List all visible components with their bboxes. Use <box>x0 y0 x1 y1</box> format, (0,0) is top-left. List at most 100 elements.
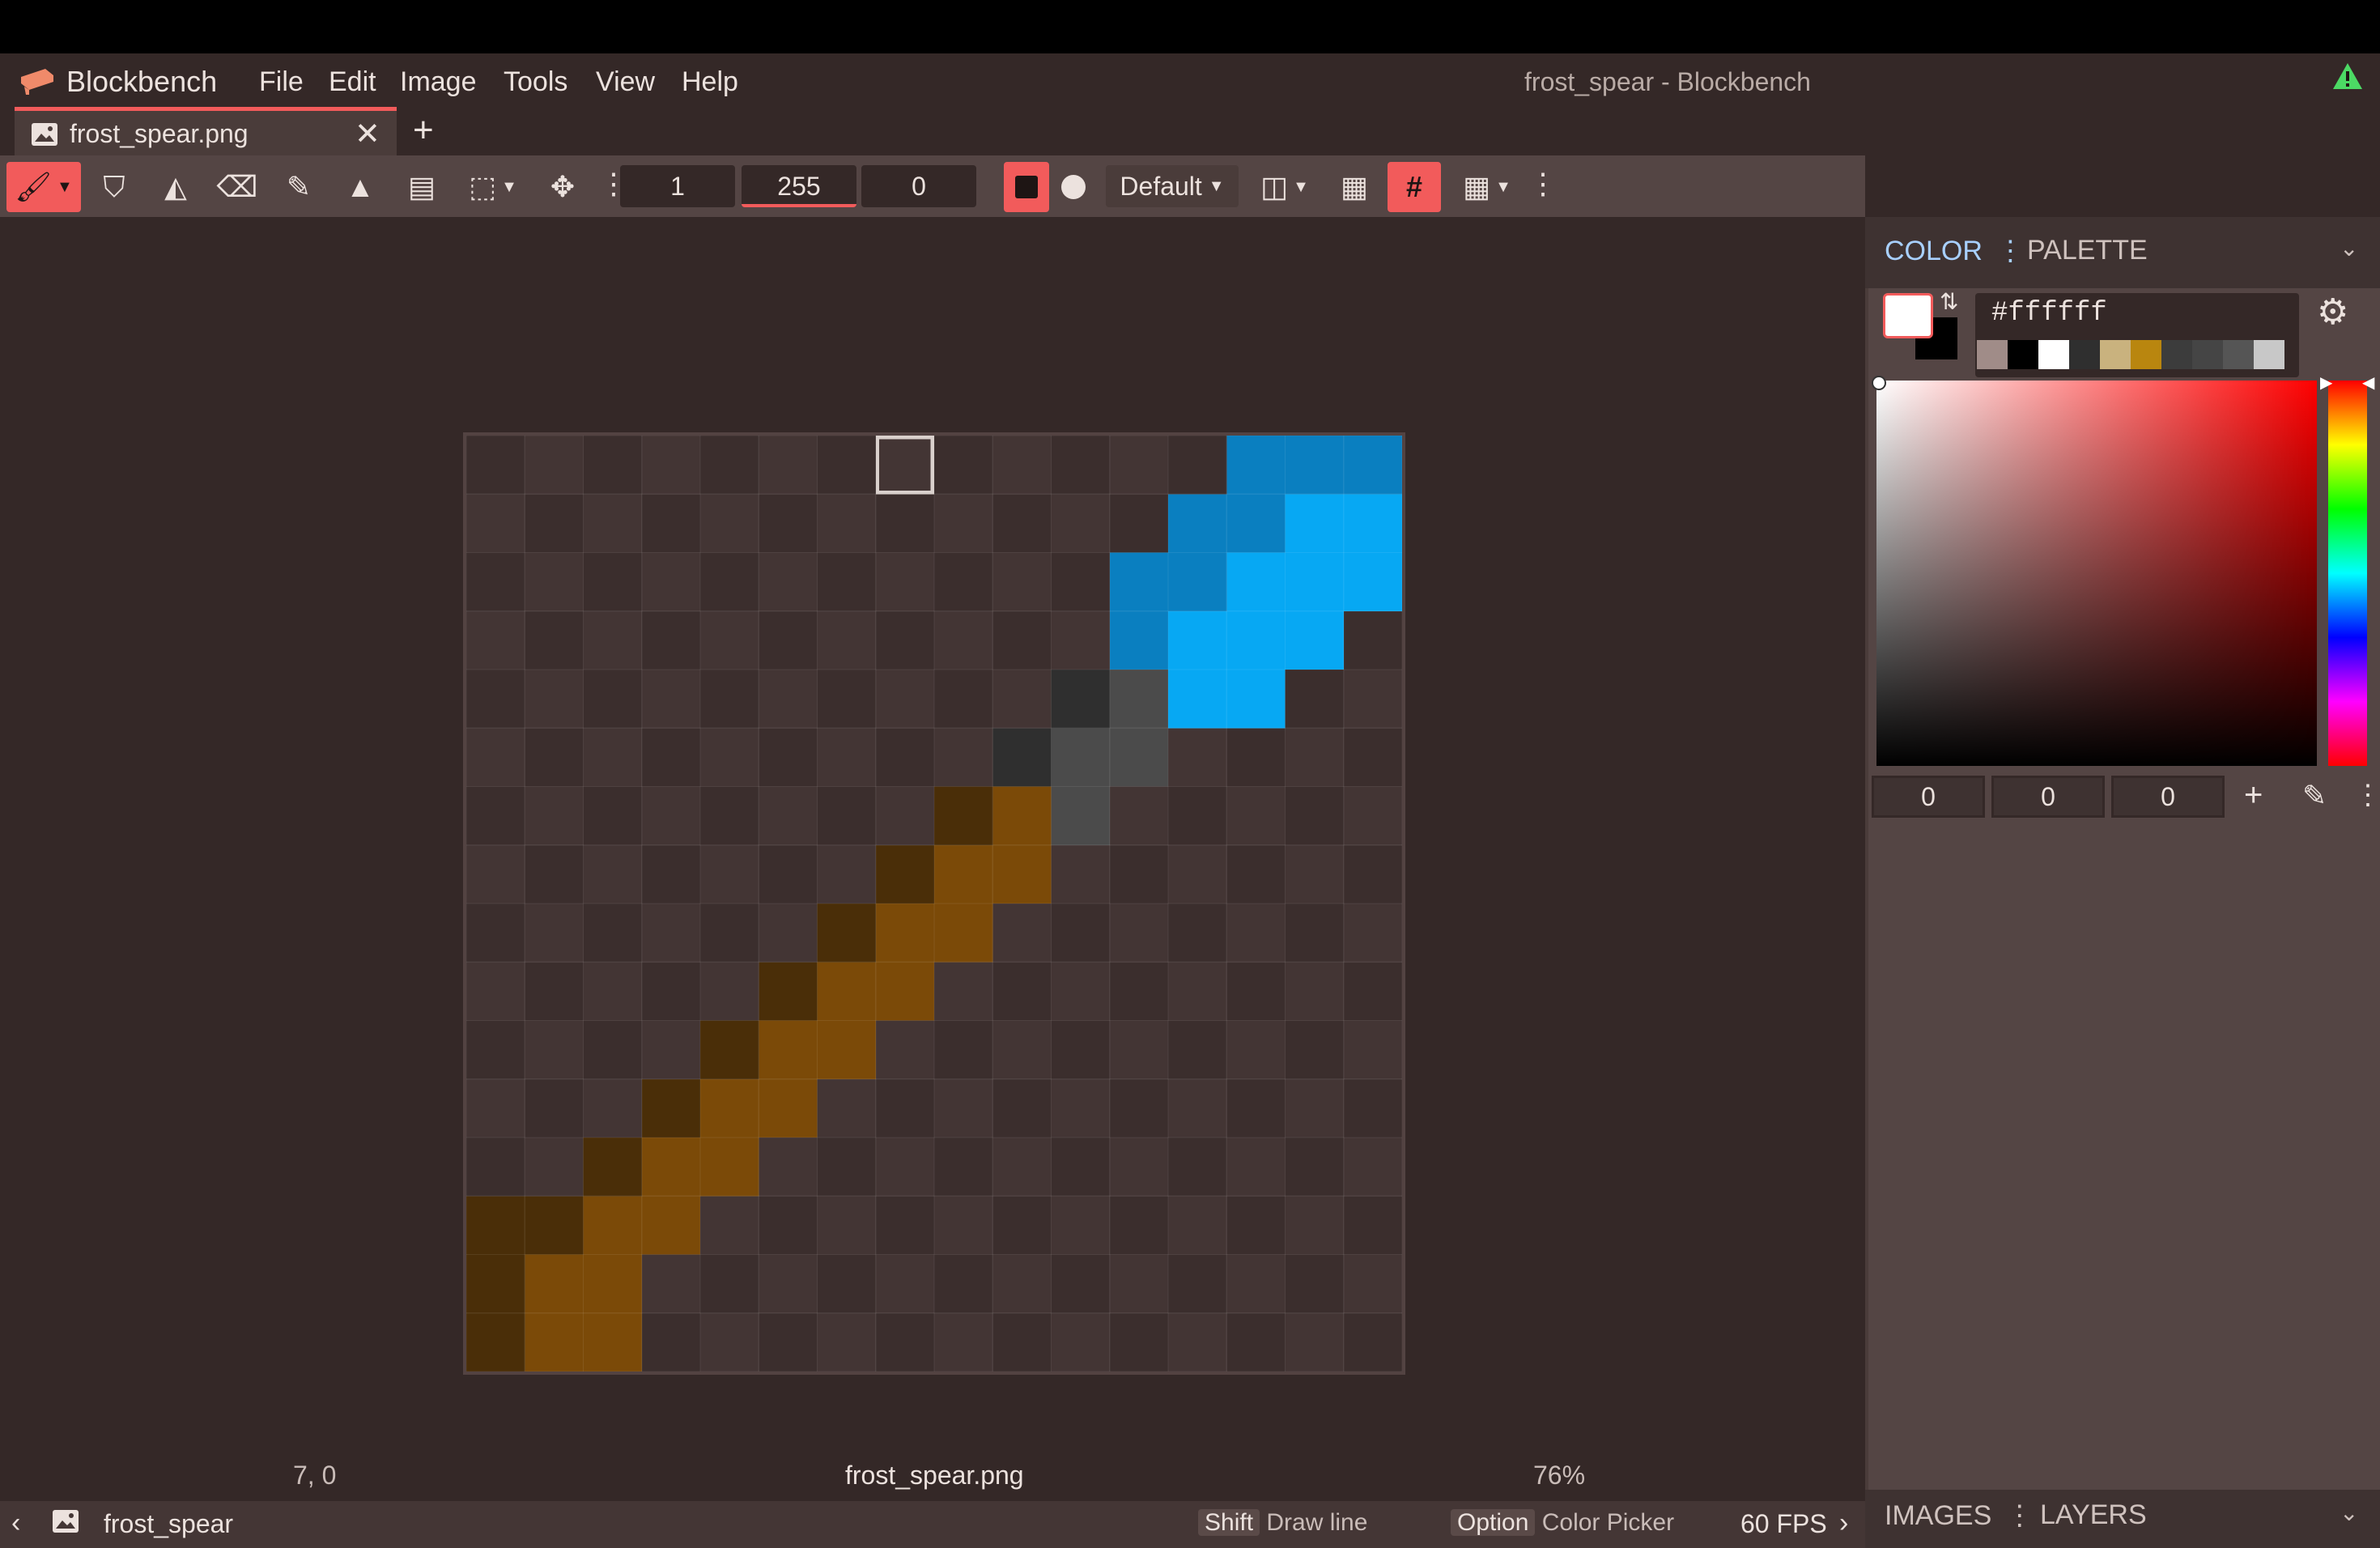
transparent-pixel[interactable] <box>583 494 642 553</box>
transparent-pixel[interactable] <box>1168 786 1227 845</box>
add-to-palette-button[interactable]: + <box>2244 777 2263 814</box>
transparent-pixel[interactable] <box>934 1138 993 1197</box>
transparent-pixel[interactable] <box>1168 844 1227 904</box>
gradient-tool-button[interactable]: ▤ <box>395 162 448 212</box>
history-swatch[interactable] <box>1977 340 2008 369</box>
transparent-pixel[interactable] <box>1168 1020 1227 1079</box>
transparent-pixel[interactable] <box>992 1138 1052 1197</box>
texture-pixel[interactable] <box>1168 552 1227 611</box>
transparent-pixel[interactable] <box>641 786 700 845</box>
transparent-pixel[interactable] <box>1285 670 1344 729</box>
transparent-pixel[interactable] <box>875 1020 934 1079</box>
transparent-pixel[interactable] <box>700 552 759 611</box>
primary-color-swatch[interactable] <box>1883 293 1933 338</box>
transparent-pixel[interactable] <box>817 1196 876 1255</box>
transparent-pixel[interactable] <box>641 1254 700 1313</box>
texture-pixel[interactable] <box>992 728 1052 787</box>
transparent-pixel[interactable] <box>1226 904 1286 963</box>
transparent-pixel[interactable] <box>466 494 525 553</box>
menu-image[interactable]: Image <box>400 60 477 104</box>
transparent-pixel[interactable] <box>583 610 642 670</box>
transparent-pixel[interactable] <box>1051 1312 1110 1372</box>
transparent-pixel[interactable] <box>1168 1078 1227 1138</box>
transparent-pixel[interactable] <box>1051 904 1110 963</box>
transparent-pixel[interactable] <box>1343 1020 1402 1079</box>
transparent-pixel[interactable] <box>875 1254 934 1313</box>
transparent-pixel[interactable] <box>934 1254 993 1313</box>
transparent-pixel[interactable] <box>1226 1078 1286 1138</box>
transparent-pixel[interactable] <box>700 436 759 495</box>
transparent-pixel[interactable] <box>1168 728 1227 787</box>
transparent-pixel[interactable] <box>641 494 700 553</box>
texture-canvas[interactable] <box>466 436 1402 1372</box>
eyedropper-icon[interactable]: ✎ <box>2302 779 2327 813</box>
red-input[interactable]: 0 <box>1872 776 1985 818</box>
transparent-pixel[interactable] <box>700 904 759 963</box>
transparent-pixel[interactable] <box>525 1078 584 1138</box>
transparent-pixel[interactable] <box>934 494 993 553</box>
transparent-pixel[interactable] <box>466 844 525 904</box>
transparent-pixel[interactable] <box>1285 844 1344 904</box>
transparent-pixel[interactable] <box>759 610 818 670</box>
transparent-pixel[interactable] <box>817 670 876 729</box>
texture-pixel[interactable] <box>759 1078 818 1138</box>
texture-pixel[interactable] <box>1051 786 1110 845</box>
transparent-pixel[interactable] <box>466 1138 525 1197</box>
texture-pixel[interactable] <box>1226 494 1286 553</box>
transparent-pixel[interactable] <box>875 1312 934 1372</box>
texture-pixel[interactable] <box>1168 610 1227 670</box>
new-tab-button[interactable]: + <box>413 110 434 151</box>
blue-input[interactable]: 0 <box>2111 776 2225 818</box>
transparent-pixel[interactable] <box>700 1196 759 1255</box>
fill-tool-button[interactable]: ◭ <box>149 162 202 212</box>
transparent-pixel[interactable] <box>992 552 1052 611</box>
texture-pixel[interactable] <box>700 1078 759 1138</box>
chevron-left-icon[interactable]: ‹ <box>11 1508 20 1539</box>
transparent-pixel[interactable] <box>1051 962 1110 1021</box>
texture-pixel[interactable] <box>641 1196 700 1255</box>
transparent-pixel[interactable] <box>700 494 759 553</box>
transparent-pixel[interactable] <box>1051 436 1110 495</box>
transparent-pixel[interactable] <box>1109 1138 1168 1197</box>
menu-tools[interactable]: Tools <box>504 60 567 104</box>
transparent-pixel[interactable] <box>875 494 934 553</box>
transparent-pixel[interactable] <box>934 728 993 787</box>
transparent-pixel[interactable] <box>700 610 759 670</box>
more-icon[interactable]: ⋮ <box>1528 167 1558 201</box>
transparent-pixel[interactable] <box>1168 1196 1227 1255</box>
transparent-pixel[interactable] <box>1343 962 1402 1021</box>
tab-palette[interactable]: PALETTE <box>2027 235 2148 266</box>
transparent-pixel[interactable] <box>992 610 1052 670</box>
texture-pixel[interactable] <box>525 1196 584 1255</box>
texture-pixel[interactable] <box>759 1020 818 1079</box>
transparent-pixel[interactable] <box>1285 728 1344 787</box>
transparent-pixel[interactable] <box>1051 1020 1110 1079</box>
transparent-pixel[interactable] <box>1285 1196 1344 1255</box>
transparent-pixel[interactable] <box>817 1078 876 1138</box>
transparent-pixel[interactable] <box>466 670 525 729</box>
transparent-pixel[interactable] <box>1226 728 1286 787</box>
chevron-down-icon[interactable]: ⌄ <box>2340 235 2358 262</box>
hex-input[interactable]: #ffffff <box>1991 298 2107 329</box>
texture-pixel[interactable] <box>700 1138 759 1197</box>
transparent-pixel[interactable] <box>817 1254 876 1313</box>
transparent-pixel[interactable] <box>466 786 525 845</box>
transparent-pixel[interactable] <box>1168 962 1227 1021</box>
transparent-pixel[interactable] <box>759 670 818 729</box>
transparent-pixel[interactable] <box>641 552 700 611</box>
history-swatch[interactable] <box>2008 340 2038 369</box>
warning-icon[interactable] <box>2331 62 2364 91</box>
transparent-pixel[interactable] <box>992 1254 1052 1313</box>
lock-alpha-button[interactable]: ▦ <box>1328 162 1381 212</box>
history-swatch[interactable] <box>2161 340 2192 369</box>
tab-layers[interactable]: LAYERS <box>2040 1499 2147 1531</box>
texture-pixel[interactable] <box>1343 494 1402 553</box>
texture-pixel[interactable] <box>1285 610 1344 670</box>
texture-pixel[interactable] <box>583 1196 642 1255</box>
texture-pixel[interactable] <box>817 904 876 963</box>
transparent-pixel[interactable] <box>875 552 934 611</box>
gear-icon[interactable]: ⚙ <box>2317 291 2348 333</box>
transparent-pixel[interactable] <box>759 1196 818 1255</box>
transparent-pixel[interactable] <box>466 904 525 963</box>
texture-pixel[interactable] <box>1226 552 1286 611</box>
